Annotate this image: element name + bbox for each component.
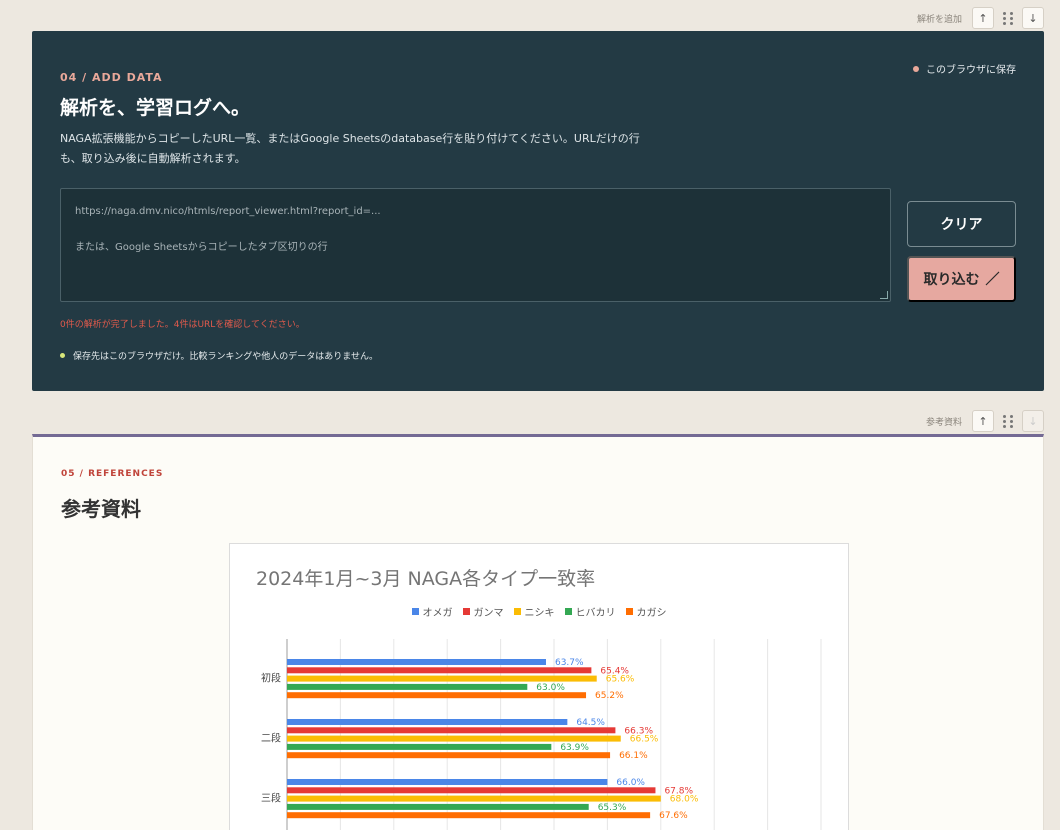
data-label: 66.0% [616,778,645,788]
data-label: 66.5% [630,735,659,745]
arrow-up-right-icon: ／ [985,271,1000,287]
data-label: 65.3% [598,803,627,813]
category-label: 三段 [261,792,281,805]
move-down-button[interactable]: ↓ [1022,7,1044,29]
data-label: 68.0% [670,795,699,805]
references-title: 参考資料 [61,497,141,521]
add-data-panel: 04 / ADD DATA 解析を、学習ログへ。 NAGA拡張機能からコピーした… [32,31,1044,391]
bar [287,803,589,810]
move-down-button: ↓ [1022,410,1044,432]
add-data-eyebrow: 04 / ADD DATA [60,71,163,84]
bar [287,752,611,759]
add-data-toolbar: 解析を追加 ↑ ↓ [917,7,1044,29]
bar [287,743,552,750]
status-dot-icon [913,65,919,72]
import-button-label: 取り込む [923,271,980,287]
save-local-indicator: このブラウザに保存 [913,61,1016,76]
storage-note-text: 保存先はこのブラウザだけ。比較ランキングや他人のデータはありません。 [73,352,379,362]
clear-button[interactable]: クリア [907,201,1016,247]
bar [287,727,616,734]
resize-handle-icon[interactable] [880,291,888,299]
category-label: 二段 [261,732,281,745]
references-toolbar-label: 参考資料 [925,417,962,428]
bar [287,659,546,665]
save-local-label: このブラウザに保存 [926,65,1016,76]
data-label: 63.7% [555,658,584,668]
drag-handle-icon[interactable] [1002,414,1014,428]
add-data-title: 解析を、学習ログへ。 [60,97,251,119]
bar [287,735,621,742]
bar [287,683,528,690]
add-data-description: NAGA拡張機能からコピーしたURL一覧、またはGoogle Sheetsのda… [60,132,640,165]
parse-status-message: 0件の解析が完了しました。4件はURLを確認してください。 [60,320,305,330]
data-label: 65.2% [595,691,624,701]
placeholder-line-2: または、Google Sheetsからコピーしたタブ区切りの行 [75,242,328,253]
references-panel: 05 / REFERENCES 参考資料 2024年1月~3月 NAGA各タイプ… [32,434,1044,830]
data-label: 65.6% [606,675,635,685]
data-label: 67.6% [659,811,688,821]
bar [287,719,568,725]
references-toolbar: 参考資料 ↑ ↓ [926,410,1044,432]
category-label: 初段 [261,672,281,685]
data-label: 64.5% [576,718,605,728]
storage-note: 保存先はこのブラウザだけ。比較ランキングや他人のデータはありません。 [60,349,378,362]
move-up-button[interactable]: ↑ [972,7,994,29]
bar-chart-svg: 初段63.7%65.4%65.6%63.0%65.2%二段64.5%66.3%6… [261,639,822,830]
bullet-icon [60,353,65,358]
paste-textarea[interactable]: https://naga.dmv.nico/htmls/report_viewe… [60,188,891,302]
data-label: 66.1% [619,751,648,761]
add-data-toolbar-label: 解析を追加 [916,14,962,25]
import-button[interactable]: 取り込む ／ [907,256,1016,302]
data-label: 63.9% [560,743,589,753]
bar [287,667,592,674]
bar [287,779,608,785]
reference-chart: 2024年1月~3月 NAGA各タイプ一致率 オメガ ガンマ ニシキ ヒバカリ カガシ … [229,543,849,830]
bar [287,812,651,819]
bar [287,787,656,794]
bar [287,692,587,699]
drag-handle-icon[interactable] [1002,11,1014,25]
references-eyebrow: 05 / REFERENCES [61,469,164,479]
bar [287,675,597,682]
placeholder-line-1: https://naga.dmv.nico/htmls/report_viewe… [75,206,381,217]
data-label: 63.0% [536,683,565,693]
bar [287,795,661,802]
move-up-button[interactable]: ↑ [972,410,994,432]
